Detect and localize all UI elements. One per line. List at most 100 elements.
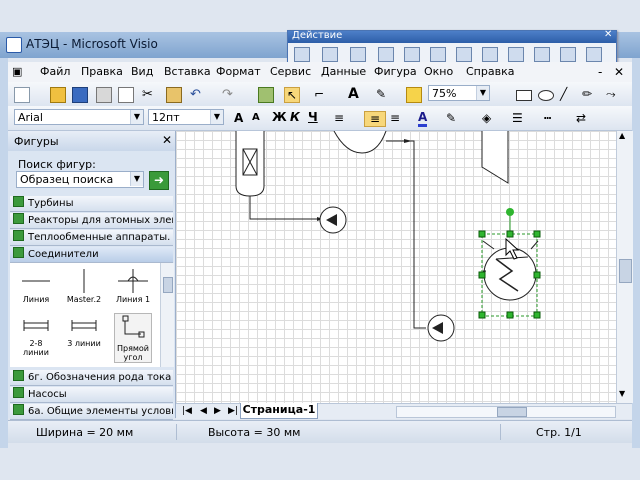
stencil-turbines[interactable]: Турбины: [10, 196, 173, 212]
pointer-tool-icon[interactable]: ↖: [284, 87, 300, 103]
rectangle-tool-icon[interactable]: [516, 90, 532, 101]
shape-line[interactable]: Линия: [16, 269, 56, 304]
shape-search-input[interactable]: Образец поиска ▼: [16, 171, 144, 188]
horizontal-scroll-thumb[interactable]: [497, 407, 527, 417]
close-icon[interactable]: ✕: [604, 29, 612, 40]
font-size-select[interactable]: 12пт ▼: [148, 109, 224, 125]
freeform-tool-icon[interactable]: ⤳: [606, 87, 620, 101]
align-center-icon[interactable]: [404, 47, 420, 62]
line-ends-icon[interactable]: ⇄: [576, 111, 590, 125]
grow-font-icon[interactable]: A: [234, 111, 248, 125]
text-color-button[interactable]: A: [418, 110, 428, 127]
undo-icon[interactable]: ↶: [190, 87, 204, 102]
bold-button[interactable]: Ж: [272, 110, 287, 124]
ellipse-tool-icon[interactable]: [538, 90, 554, 101]
pump-shape[interactable]: [319, 206, 347, 234]
align-icon[interactable]: [294, 47, 310, 62]
flip-horizontal-icon[interactable]: [508, 47, 524, 62]
menu-shape[interactable]: Фигура: [374, 65, 417, 78]
vertical-scroll-thumb[interactable]: [619, 259, 632, 283]
gallery-scrollbar[interactable]: [160, 263, 174, 367]
line-weight-icon[interactable]: ☰: [512, 111, 526, 125]
menu-format[interactable]: Формат: [216, 65, 261, 78]
chevron-down-icon[interactable]: ▼: [476, 86, 489, 100]
menu-file[interactable]: Файл: [40, 65, 70, 78]
underline-button[interactable]: Ч: [308, 110, 318, 124]
rotate-left-icon[interactable]: [456, 47, 472, 62]
open-icon[interactable]: [50, 87, 66, 103]
shape-line1[interactable]: Линия 1: [110, 269, 156, 304]
align-right-text-icon[interactable]: ≡: [390, 111, 404, 125]
group-icon[interactable]: [560, 47, 576, 62]
drawing-canvas[interactable]: [176, 131, 616, 403]
stencil-common-elements[interactable]: 6а. Общие элементы условны...: [10, 404, 173, 420]
format-painter-icon[interactable]: [166, 87, 182, 103]
visio-app-icon[interactable]: [6, 37, 22, 53]
menu-edit[interactable]: Правка: [81, 65, 123, 78]
bring-front-icon[interactable]: [586, 47, 602, 62]
shape-right-angle[interactable]: Прямой угол: [114, 313, 152, 363]
tab-page-1[interactable]: Страница-1: [240, 403, 318, 419]
line-color-icon[interactable]: ✎: [446, 111, 460, 125]
shape-2-8-lines[interactable]: 2-8 линии: [16, 315, 56, 357]
align-center-text-icon[interactable]: ≡: [364, 111, 386, 127]
turbine-shape[interactable]: [481, 131, 509, 184]
drum-shape[interactable]: [333, 131, 387, 154]
pump-shape[interactable]: [427, 314, 455, 342]
action-toolbar-header[interactable]: Действие ✕: [288, 29, 616, 43]
fill-tool-icon[interactable]: [406, 87, 422, 103]
distribute-icon[interactable]: [322, 47, 338, 62]
align-right-icon[interactable]: [430, 47, 446, 62]
redo-icon[interactable]: ↷: [222, 87, 236, 102]
next-page-icon[interactable]: ▶: [214, 406, 221, 416]
horizontal-scrollbar[interactable]: [396, 406, 616, 418]
vertical-scrollbar[interactable]: ▲ ▼: [616, 131, 633, 403]
connector-tool-icon[interactable]: ⌐: [314, 87, 328, 101]
print-preview-icon[interactable]: [118, 87, 134, 103]
menu-tools[interactable]: Сервис: [270, 65, 311, 78]
stencil-current-types[interactable]: 6г. Обозначения рода тока и ...: [10, 370, 173, 386]
connect-icon[interactable]: [350, 47, 366, 62]
menu-window[interactable]: Окно: [424, 65, 453, 78]
new-icon[interactable]: [14, 87, 30, 103]
flip-vertical-icon[interactable]: [534, 47, 550, 62]
menu-help[interactable]: Справка: [466, 65, 514, 78]
search-go-button[interactable]: ➜: [149, 171, 169, 190]
stencil-heat-exchangers[interactable]: Теплообменные аппараты.: [10, 230, 173, 246]
rotate-right-icon[interactable]: [482, 47, 498, 62]
shape-master2[interactable]: Master.2: [62, 269, 106, 304]
app-menu-icon[interactable]: ▣: [12, 65, 22, 78]
stencil-connectors[interactable]: Соединители: [10, 247, 173, 263]
separator-shape[interactable]: [235, 131, 265, 197]
menu-view[interactable]: Вид: [131, 65, 153, 78]
connector-line[interactable]: [249, 196, 320, 220]
line-tool-icon[interactable]: ╱: [560, 87, 574, 101]
align-left-text-icon[interactable]: ≡: [334, 111, 348, 125]
align-left-icon[interactable]: [378, 47, 394, 62]
first-page-icon[interactable]: |◀: [182, 406, 192, 416]
scroll-down-icon[interactable]: ▼: [619, 389, 625, 398]
prev-page-icon[interactable]: ◀: [200, 406, 207, 416]
connector-line[interactable]: [386, 140, 426, 329]
line-color-icon[interactable]: ✎: [376, 87, 390, 101]
font-select[interactable]: Arial ▼: [14, 109, 144, 125]
chevron-down-icon[interactable]: ▼: [210, 110, 223, 124]
shape-3-lines[interactable]: 3 линии: [62, 315, 106, 348]
pencil-tool-icon[interactable]: ✏: [582, 87, 596, 101]
close-icon[interactable]: ✕: [162, 133, 172, 147]
italic-button[interactable]: К: [290, 110, 300, 124]
menu-data[interactable]: Данные: [321, 65, 366, 78]
fill-color-icon[interactable]: ◈: [482, 111, 496, 125]
menu-insert[interactable]: Вставка: [164, 65, 211, 78]
stencil-reactors[interactable]: Реакторы для атомных элект...: [10, 213, 173, 229]
line-pattern-icon[interactable]: ┅: [544, 111, 558, 125]
minimize-doc-icon[interactable]: -: [598, 65, 602, 79]
gallery-scroll-thumb[interactable]: [163, 277, 173, 293]
print-icon[interactable]: [96, 87, 112, 103]
last-page-icon[interactable]: ▶|: [228, 406, 238, 416]
close-doc-icon[interactable]: ✕: [614, 65, 624, 79]
save-icon[interactable]: [72, 87, 88, 103]
zoom-select[interactable]: 75% ▼: [428, 85, 490, 101]
scroll-up-icon[interactable]: ▲: [619, 131, 625, 140]
text-tool-icon[interactable]: A: [348, 87, 362, 101]
